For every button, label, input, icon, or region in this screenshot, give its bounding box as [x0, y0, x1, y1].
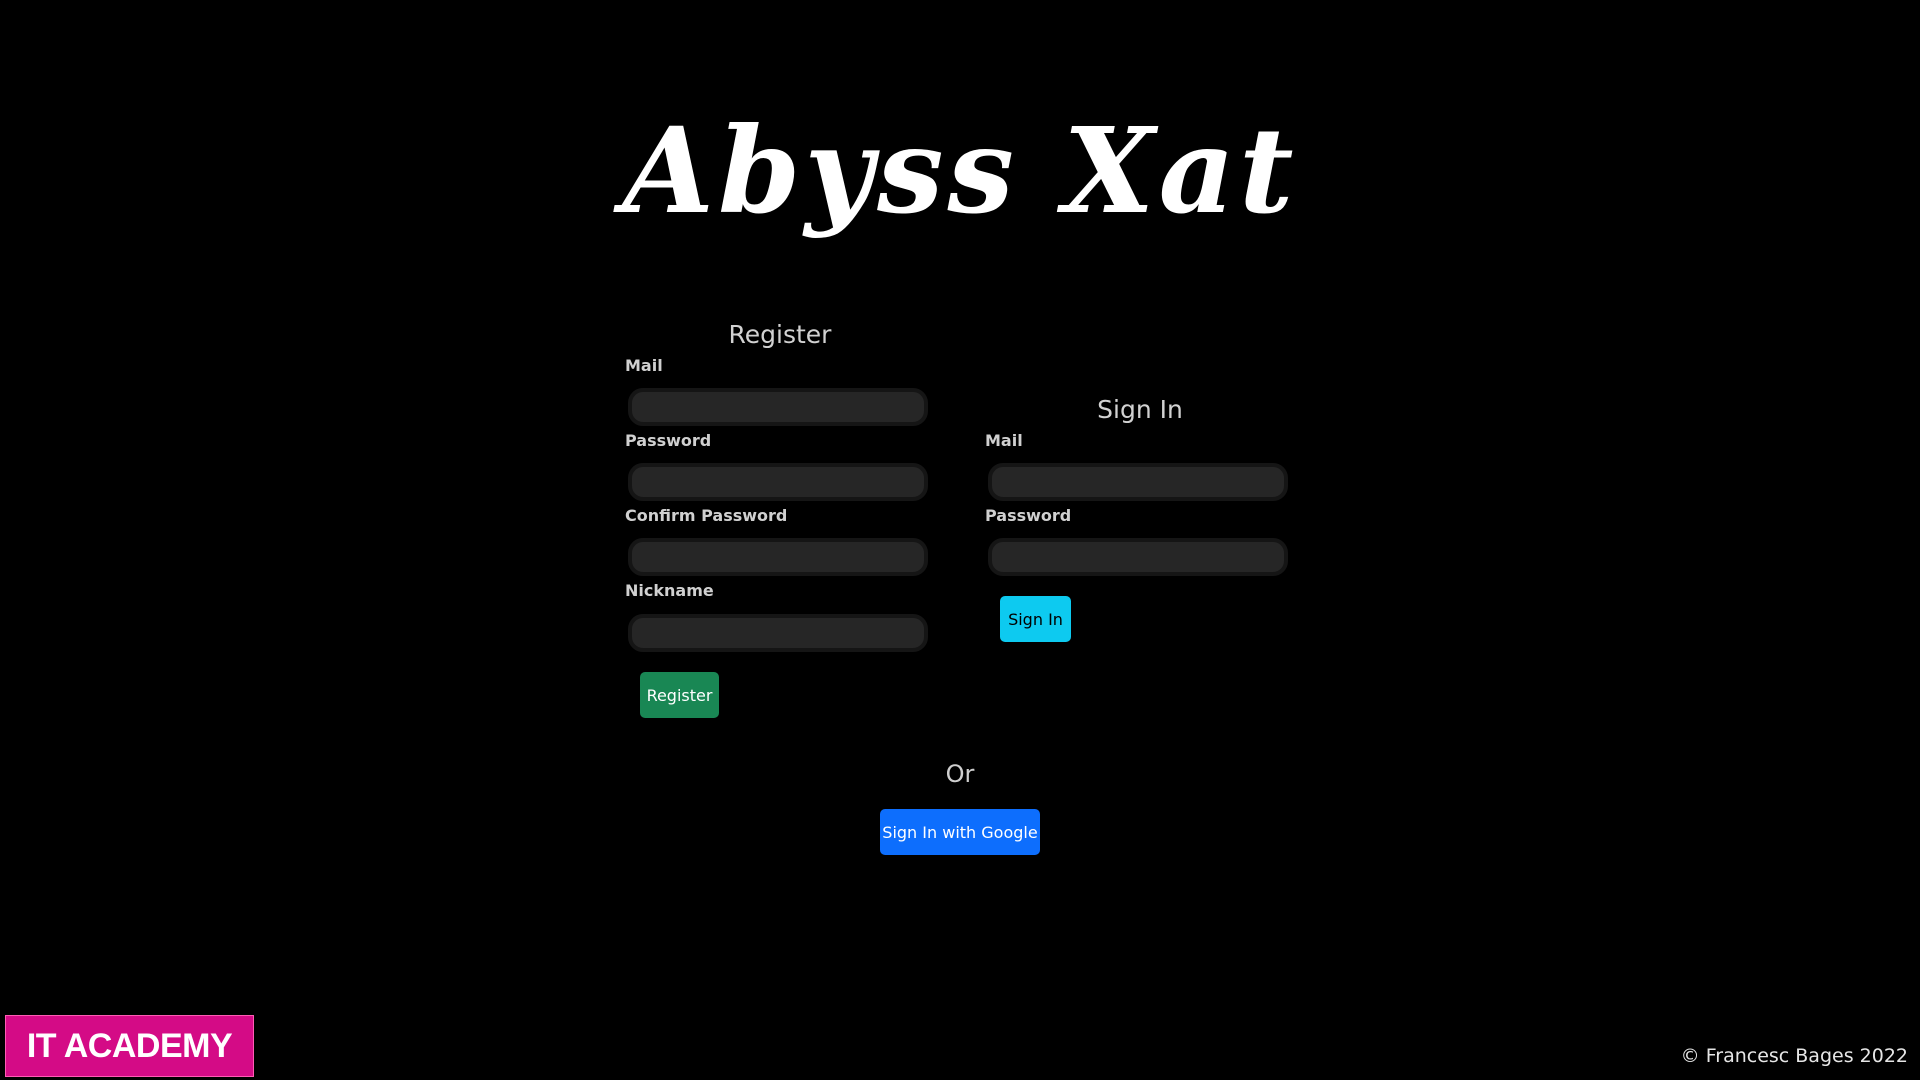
register-mail-input[interactable] [628, 388, 928, 426]
signin-mail-label: Mail [985, 431, 1023, 450]
signin-heading: Sign In [1097, 395, 1183, 424]
register-nickname-label: Nickname [625, 581, 714, 600]
or-separator: Or [945, 760, 975, 788]
register-confirm-password-label: Confirm Password [625, 506, 788, 525]
register-mail-label: Mail [625, 356, 663, 375]
register-button[interactable]: Register [640, 672, 719, 718]
signin-button[interactable]: Sign In [1000, 596, 1071, 642]
google-signin-button[interactable]: Sign In with Google [880, 809, 1040, 855]
signin-password-input[interactable] [988, 538, 1288, 576]
register-password-input[interactable] [628, 463, 928, 501]
register-heading: Register [728, 320, 832, 349]
register-nickname-input[interactable] [628, 614, 928, 652]
register-confirm-password-input[interactable] [628, 538, 928, 576]
login-page: Abyss Xat Register Mail Password Confirm… [0, 0, 1920, 1080]
signin-password-label: Password [985, 506, 1072, 525]
register-password-label: Password [625, 431, 712, 450]
copyright-text: © Francesc Bages 2022 [1680, 1045, 1908, 1067]
it-academy-logo: IT ACADEMY [5, 1015, 254, 1077]
signin-mail-input[interactable] [988, 463, 1288, 501]
app-title: Abyss Xat [622, 101, 1298, 240]
